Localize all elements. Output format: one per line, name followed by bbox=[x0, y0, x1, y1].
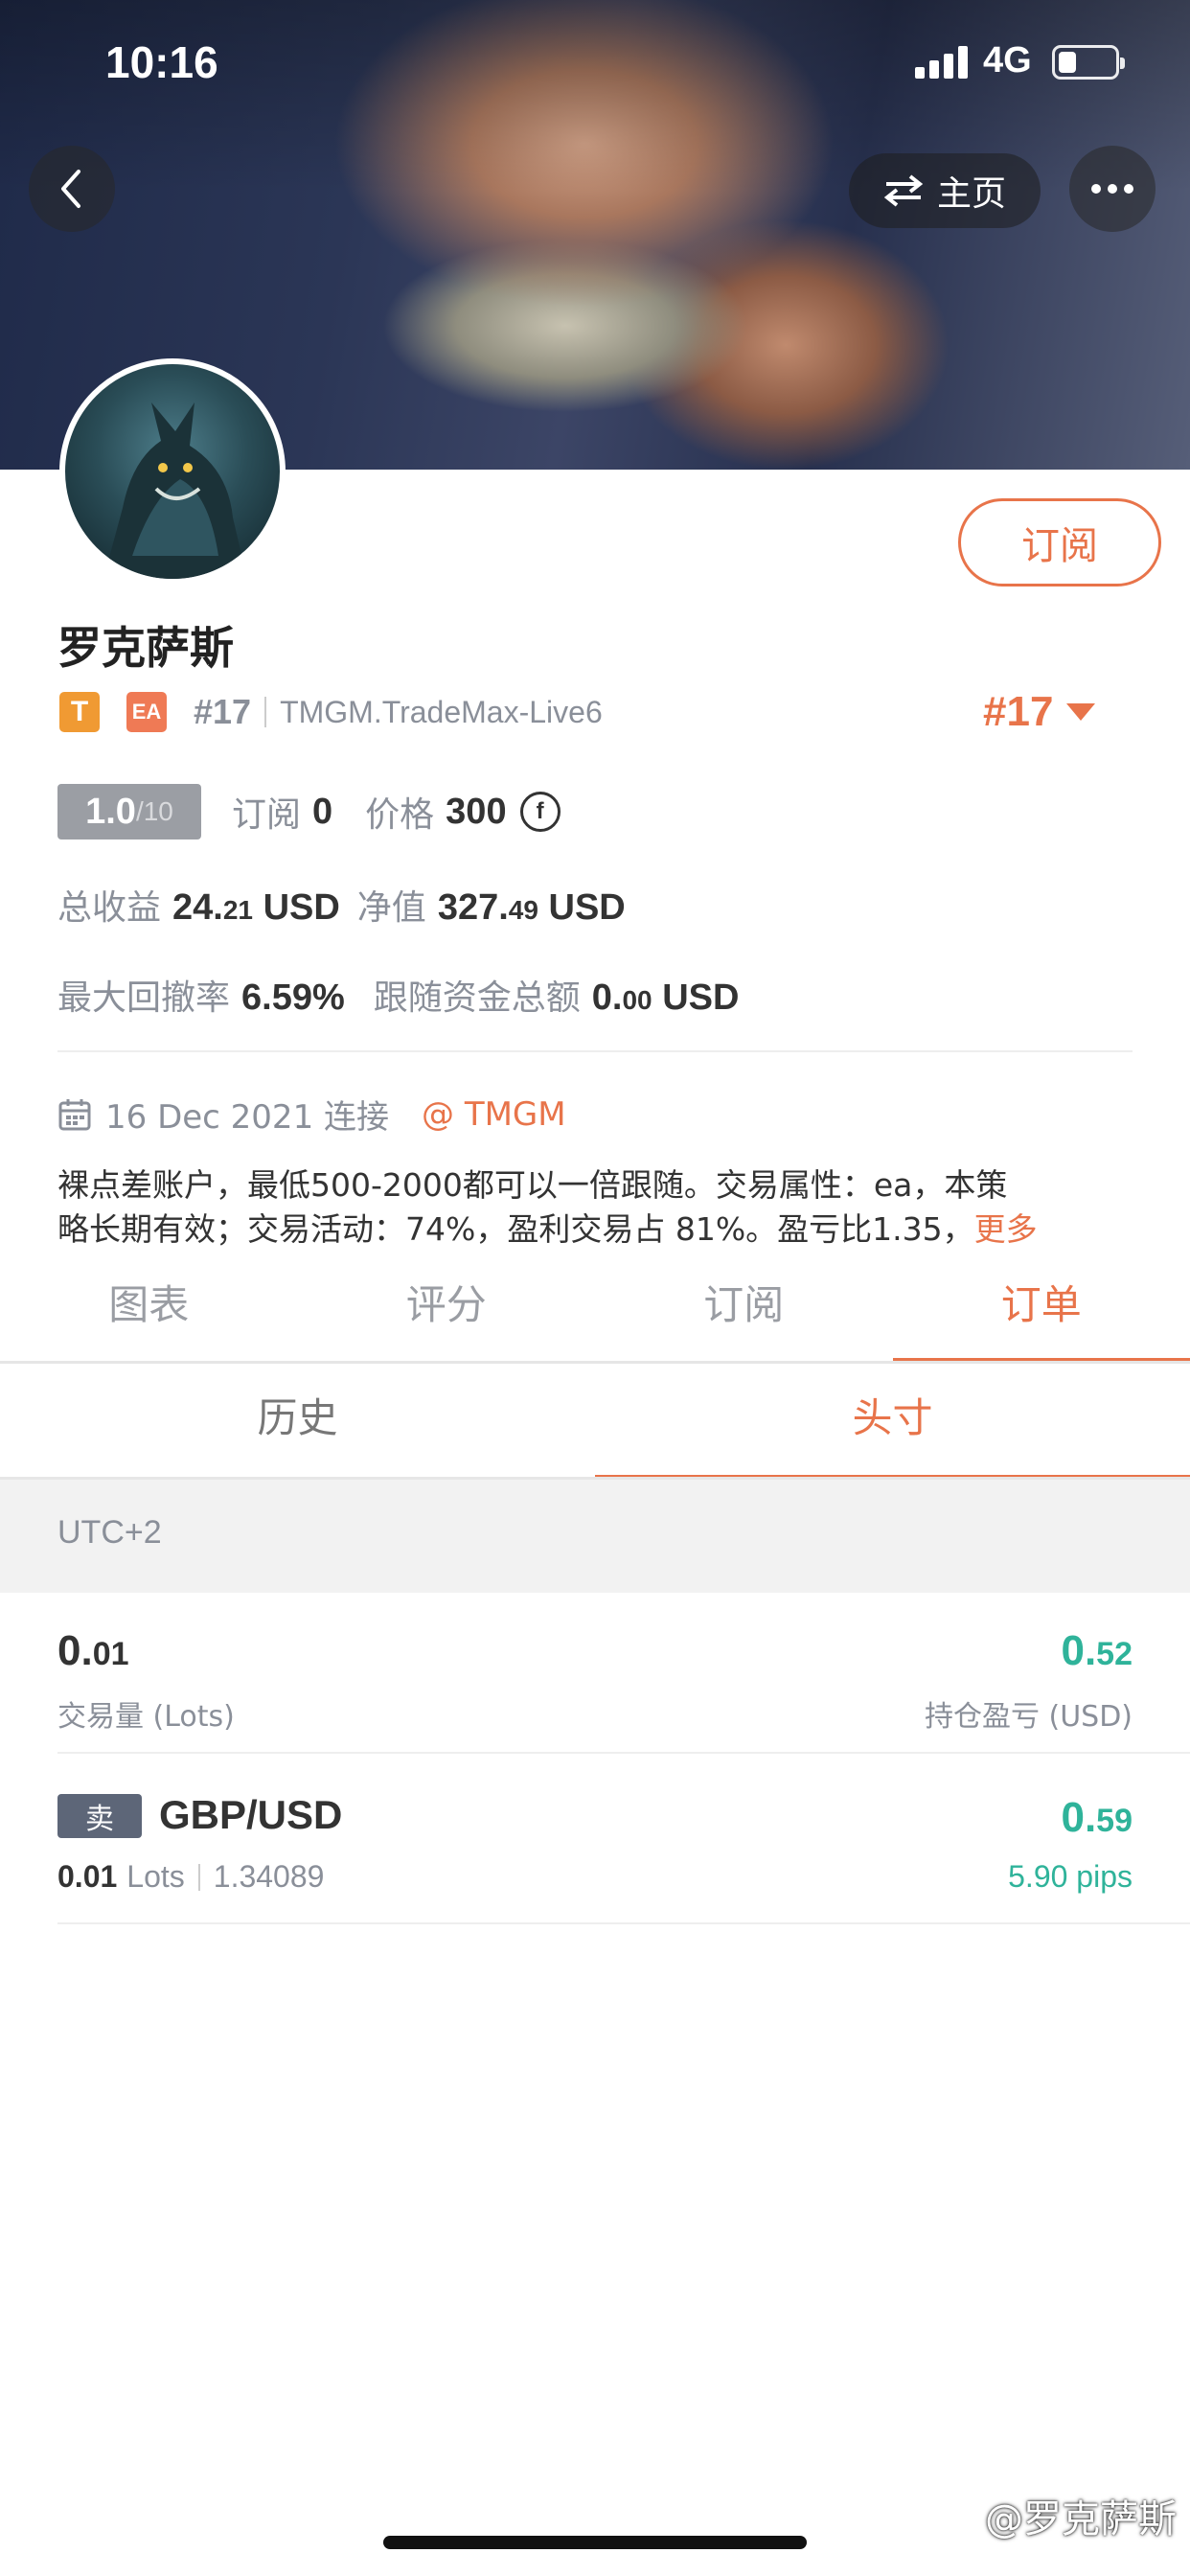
floating-pnl-label: 持仓盈亏 (USD) bbox=[924, 1700, 1133, 1734]
drawdown-row: 最大回撤率 6.59% 跟随资金总额 0.00 USD bbox=[57, 970, 739, 1020]
tabs-divider bbox=[0, 1361, 1190, 1364]
equity-value: 327.49 USD bbox=[437, 887, 626, 928]
score-max: /10 bbox=[135, 796, 173, 826]
follow-funds-label: 跟随资金总额 bbox=[373, 978, 581, 1018]
total-profit-value: 24.21 USD bbox=[172, 887, 340, 928]
home-indicator[interactable] bbox=[383, 2536, 807, 2549]
total-profit-label: 总收益 bbox=[57, 888, 162, 928]
subtab-history[interactable]: 历史 bbox=[0, 1365, 595, 1480]
position-detail: 0.01 Lots 1.34089 bbox=[57, 1859, 324, 1895]
tab-rating[interactable]: 评分 bbox=[298, 1263, 596, 1363]
more-button[interactable] bbox=[1069, 146, 1156, 232]
position-open-price: 1.34089 bbox=[213, 1859, 325, 1894]
order-subtabs: 历史 头寸 bbox=[0, 1365, 1190, 1480]
subtab-positions[interactable]: 头寸 bbox=[595, 1365, 1190, 1480]
divider bbox=[57, 1050, 1133, 1052]
positions-summary: 0.01 交易量 (Lots) 0.52 持仓盈亏 (USD) bbox=[0, 1593, 1190, 1752]
rank-dropdown[interactable]: #17 bbox=[983, 688, 1096, 736]
position-lots-unit: Lots bbox=[126, 1859, 185, 1894]
position-profit: 0.59 bbox=[1061, 1794, 1133, 1841]
badge-t: T bbox=[59, 692, 100, 732]
subscribe-button[interactable]: 订阅 bbox=[958, 498, 1161, 586]
calendar-icon bbox=[58, 1098, 91, 1130]
chevron-left-icon bbox=[61, 170, 80, 208]
weibo-logo-icon bbox=[952, 2506, 977, 2529]
broker-server: TMGM.TradeMax-Live6 bbox=[280, 694, 603, 729]
profit-row: 总收益 24.21 USD 净值 327.49 USD bbox=[57, 880, 626, 930]
caret-down-icon bbox=[1066, 703, 1096, 721]
score-badge: 1.0/10 bbox=[57, 784, 201, 840]
price-label: 价格 bbox=[365, 795, 435, 835]
status-bar: 10:16 4G bbox=[0, 0, 1190, 126]
description-line-2: 略长期有效；交易活动：74%，盈利交易占 81%。盈亏比1.35，更多 bbox=[57, 1210, 1038, 1248]
back-button[interactable] bbox=[29, 146, 115, 232]
connection-row: 16 Dec 2021 连接 @ TMGM bbox=[57, 1091, 566, 1138]
score-value: 1.0 bbox=[85, 791, 136, 832]
equity-label: 净值 bbox=[356, 888, 426, 928]
separator bbox=[197, 1863, 200, 1891]
tab-orders[interactable]: 订单 bbox=[892, 1263, 1190, 1363]
broker-mention-link[interactable]: @ TMGM bbox=[422, 1095, 566, 1134]
volume-label: 交易量 (Lots) bbox=[57, 1700, 235, 1734]
avatar[interactable] bbox=[59, 358, 286, 585]
position-row[interactable]: 卖 GBP/USD 0.01 Lots 1.34089 0.59 5.90 pi… bbox=[0, 1754, 1190, 1922]
home-switch-button[interactable]: 主页 bbox=[849, 153, 1041, 228]
description-line-1: 裸点差账户，最低500-2000都可以一倍跟随。交易属性：ea，本策 bbox=[57, 1166, 1008, 1204]
tab-chart[interactable]: 图表 bbox=[0, 1263, 298, 1363]
subscribers-value: 0 bbox=[312, 791, 333, 832]
more-dots-icon bbox=[1091, 184, 1133, 194]
coin-icon: f bbox=[519, 792, 561, 832]
watermark-text: @罗克萨斯 bbox=[985, 2497, 1177, 2542]
position-pips: 5.90 pips bbox=[1008, 1859, 1133, 1894]
timezone-band: UTC+2 bbox=[0, 1480, 1190, 1593]
tab-subscription[interactable]: 订阅 bbox=[595, 1263, 893, 1363]
rank-big-label: #17 bbox=[983, 688, 1054, 735]
network-type: 4G bbox=[983, 40, 1032, 80]
trader-tags: T EA #17 TMGM.TradeMax-Live6 bbox=[59, 688, 603, 736]
subscribers-label: 订阅 bbox=[232, 795, 302, 835]
row-divider bbox=[57, 1922, 1190, 1924]
price-value: 300 bbox=[446, 791, 507, 832]
avatar-werewolf-image bbox=[103, 402, 247, 579]
floating-pnl-value: 0.52 bbox=[1061, 1627, 1133, 1674]
position-lots-value: 0.01 bbox=[57, 1859, 118, 1894]
main-tabs: 图表 评分 订阅 订单 bbox=[0, 1263, 1190, 1363]
connection-date: 16 Dec 2021 连接 bbox=[105, 1098, 390, 1137]
separator bbox=[264, 697, 267, 727]
battery-icon bbox=[1052, 45, 1125, 80]
follow-funds-value: 0.00 USD bbox=[591, 978, 740, 1018]
side-badge: 卖 bbox=[57, 1794, 142, 1838]
signal-icon bbox=[915, 46, 969, 79]
max-drawdown-value: 6.59% bbox=[241, 978, 345, 1018]
max-drawdown-label: 最大回撤率 bbox=[57, 978, 231, 1018]
rank-small: #17 bbox=[194, 692, 252, 731]
swap-icon bbox=[883, 174, 924, 207]
score-row: 1.0/10 订阅 0 价格 300 f bbox=[57, 784, 561, 840]
watermark: @罗克萨斯 bbox=[949, 2488, 1177, 2543]
more-link[interactable]: 更多 bbox=[974, 1210, 1038, 1248]
timezone-label: UTC+2 bbox=[57, 1514, 162, 1551]
home-label: 主页 bbox=[936, 174, 1006, 214]
volume-value: 0.01 bbox=[57, 1627, 129, 1674]
position-symbol: GBP/USD bbox=[159, 1792, 343, 1837]
strategy-description: 裸点差账户，最低500-2000都可以一倍跟随。交易属性：ea，本策 略长期有效… bbox=[57, 1163, 1140, 1252]
trader-name: 罗克萨斯 bbox=[57, 622, 234, 674]
badge-ea: EA bbox=[126, 692, 167, 732]
status-time: 10:16 bbox=[105, 37, 218, 87]
